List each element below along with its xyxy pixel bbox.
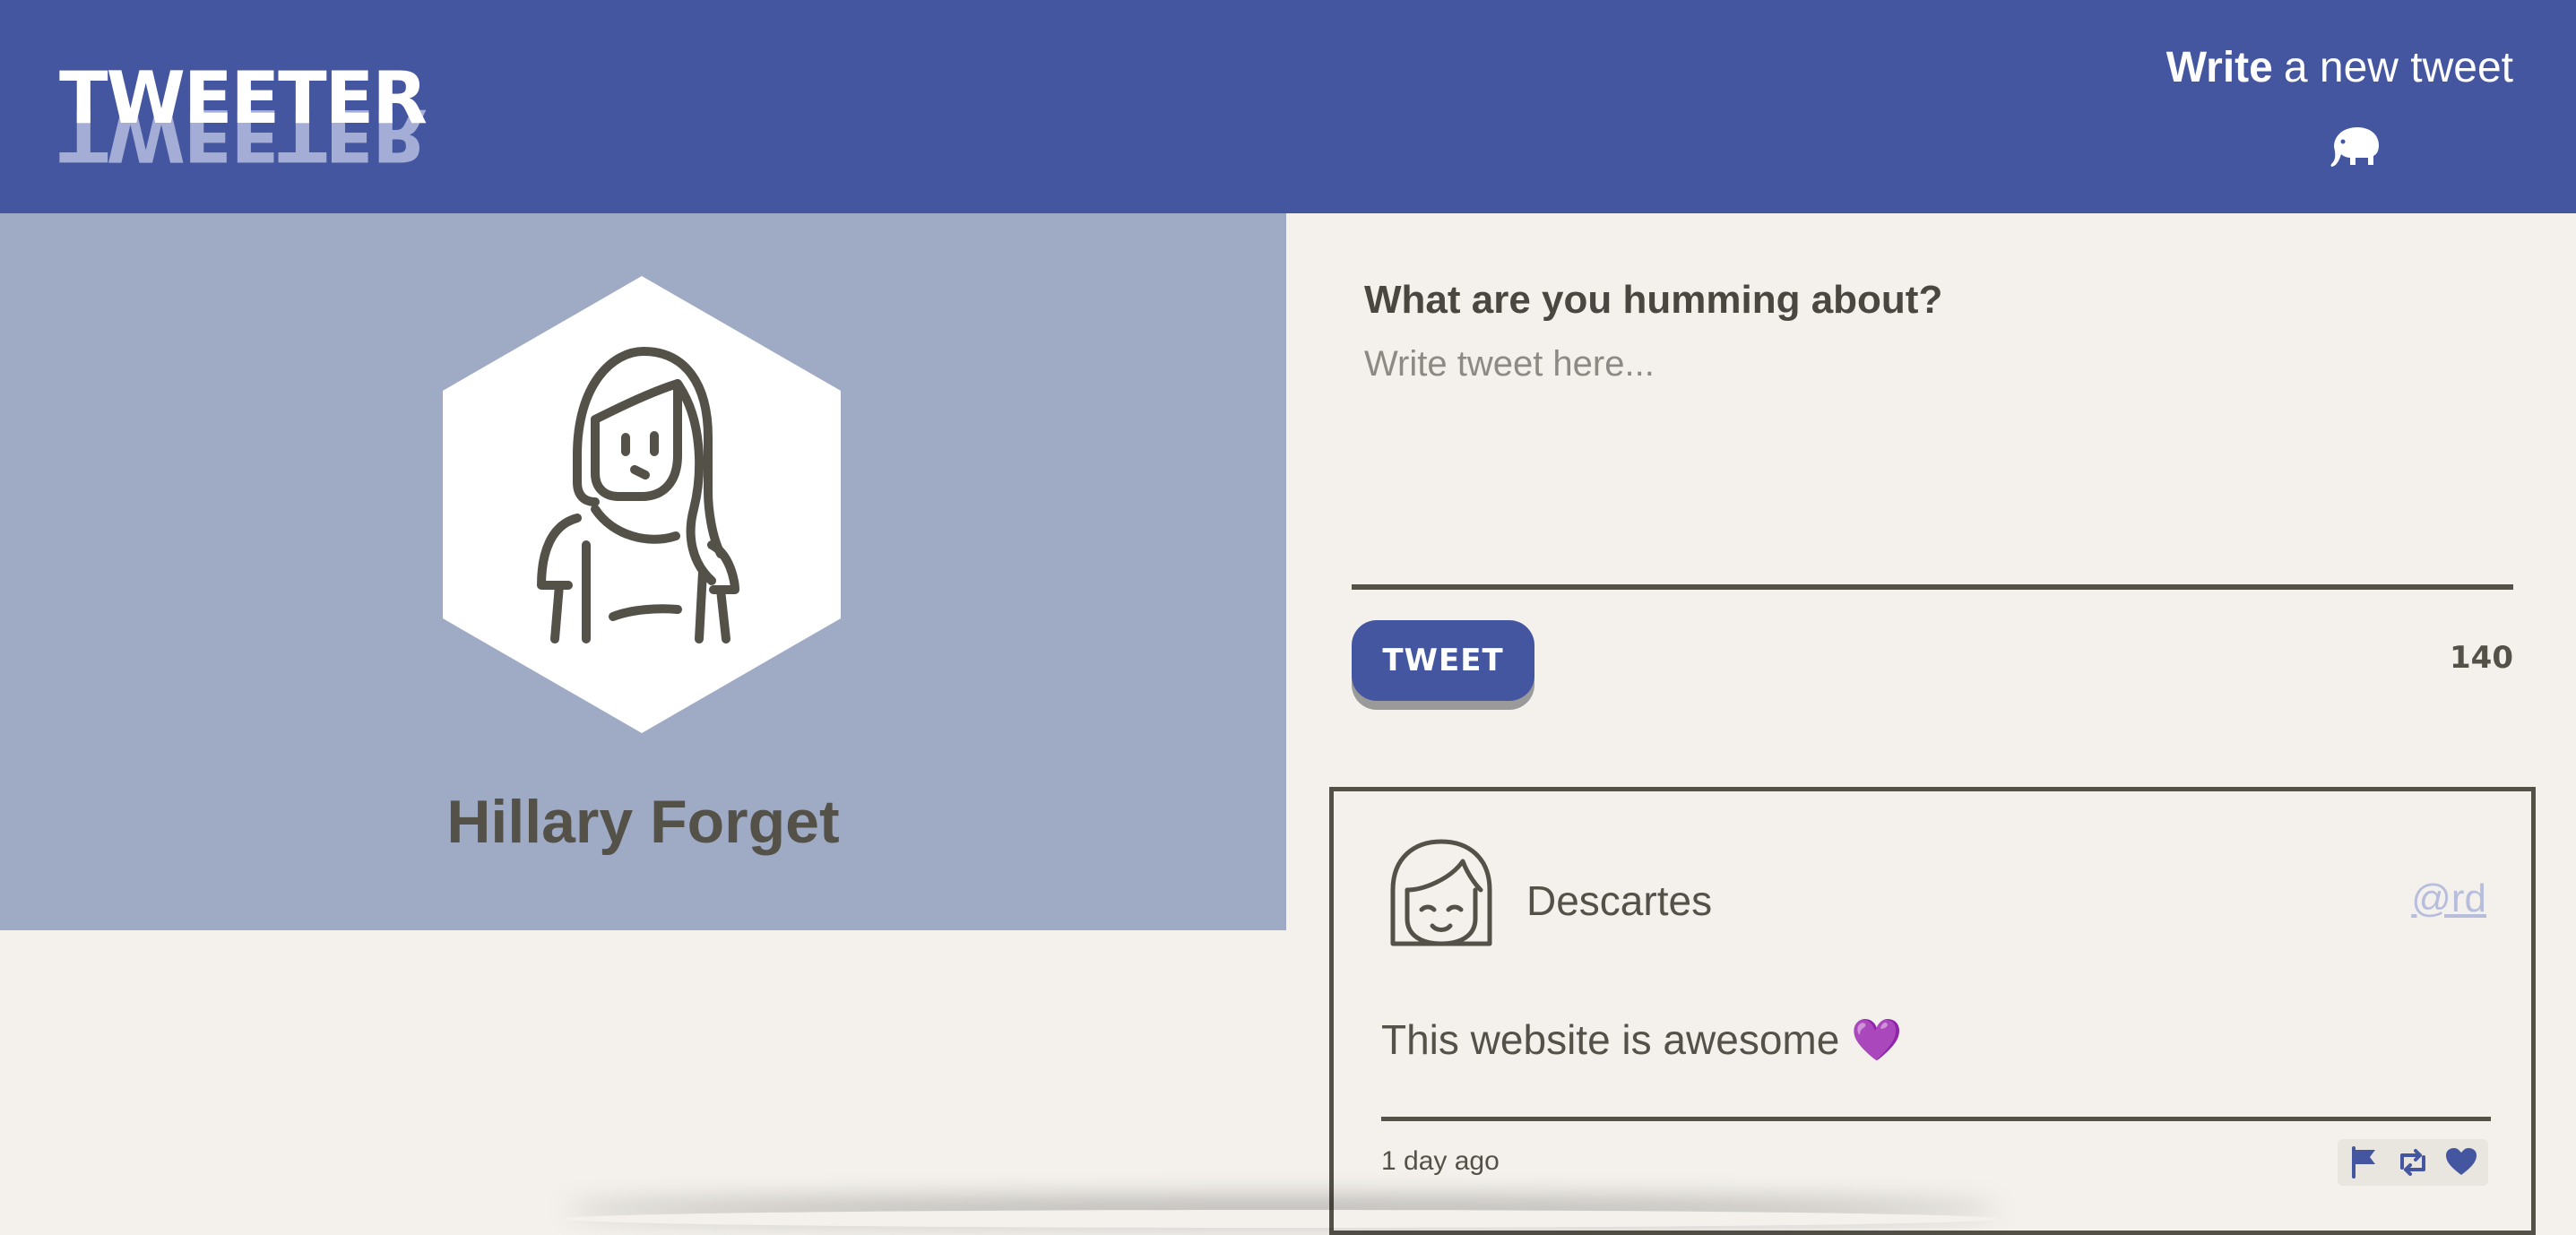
retweet-icon[interactable] (2395, 1144, 2431, 1180)
tweet-timestamp: 1 day ago (1381, 1146, 1500, 1176)
tweet-actions (2338, 1139, 2488, 1186)
profile-panel: Hillary Forget (0, 213, 1286, 930)
write-new-tweet-link[interactable]: Write a new tweet (2166, 43, 2513, 92)
tweet-textarea[interactable] (1352, 339, 2513, 590)
profile-name: Hillary Forget (446, 788, 840, 856)
write-new-tweet-bold: Write (2165, 44, 2273, 91)
heart-icon[interactable] (2443, 1144, 2479, 1180)
tweet-divider (1381, 1117, 2491, 1121)
tweet-handle-link[interactable]: @rd (2411, 877, 2486, 921)
bottom-shadow (565, 1210, 1999, 1228)
compose-label: What are you humming about? (1364, 278, 1943, 322)
woman-avatar-icon (443, 276, 841, 733)
tweet-button[interactable]: TWEET (1352, 620, 1534, 701)
tweet-card: Descartes @rd This website is awesome 💜 … (1329, 787, 2536, 1235)
logo[interactable]: TWEETER (59, 63, 428, 134)
char-counter: 140 (2450, 640, 2513, 676)
flag-icon[interactable] (2347, 1144, 2382, 1180)
write-new-tweet-text: a new tweet (2283, 44, 2513, 91)
compose-form: What are you humming about? TWEET 140 (1352, 269, 2513, 701)
girl-avatar-icon (1390, 839, 1492, 946)
tweet-author: Descartes (1526, 877, 1713, 924)
tweet-body: This website is awesome 💜 (1381, 1016, 1903, 1063)
elephant-icon[interactable] (2329, 124, 2382, 170)
top-nav: TWEETER TWEETER Write a new tweet (0, 0, 2576, 213)
